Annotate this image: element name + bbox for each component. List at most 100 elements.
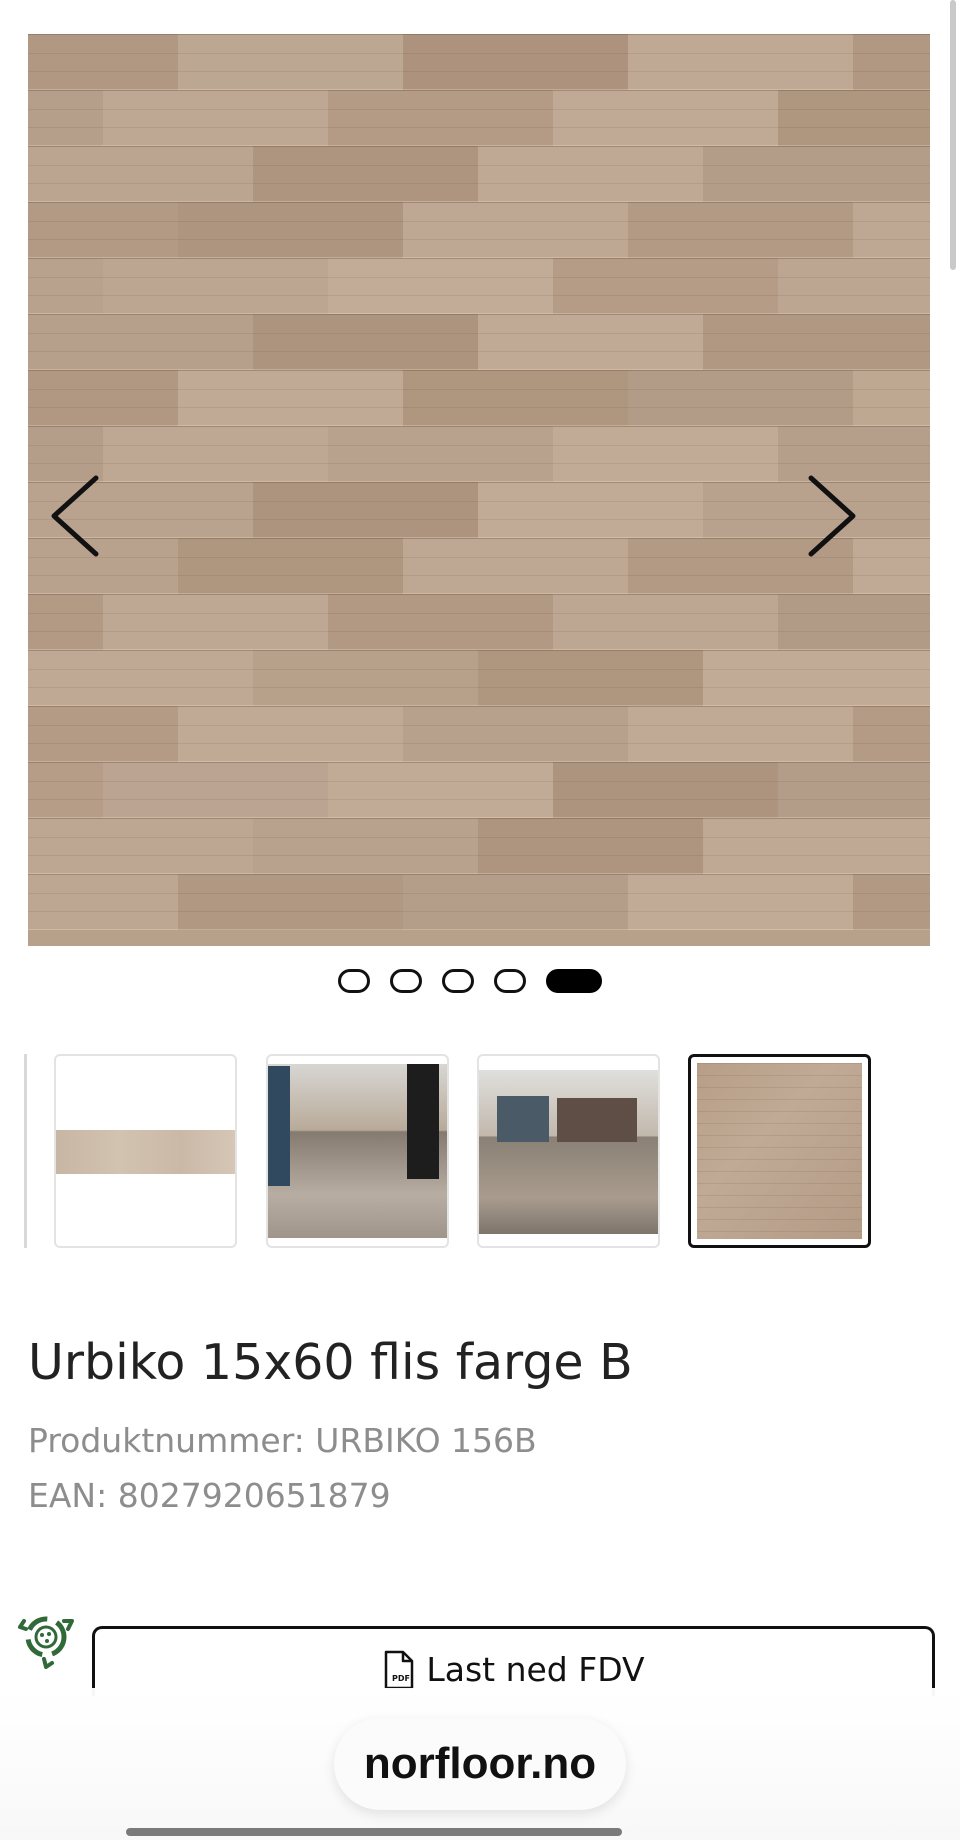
- wood-plank: [28, 706, 178, 762]
- wood-plank: [103, 762, 328, 818]
- chevron-right-icon: [808, 475, 856, 557]
- wood-plank: [178, 34, 403, 90]
- wood-plank: [328, 594, 553, 650]
- wood-plank: [28, 314, 253, 370]
- carousel-dot[interactable]: [390, 969, 422, 993]
- download-fdv-button[interactable]: PDF Last ned FDV: [92, 1626, 935, 1696]
- scrollbar[interactable]: [950, 0, 956, 270]
- wood-plank: [253, 818, 478, 874]
- wood-plank: [403, 370, 628, 426]
- thumbnail-strip: [0, 1054, 960, 1252]
- wood-plank: [28, 874, 178, 930]
- wood-plank: [253, 314, 478, 370]
- wood-plank: [178, 874, 403, 930]
- wood-plank: [403, 874, 628, 930]
- wood-plank: [28, 258, 103, 314]
- wood-plank: [28, 90, 103, 146]
- wood-plank: [103, 426, 328, 482]
- wood-plank: [628, 706, 853, 762]
- wood-plank: [403, 706, 628, 762]
- download-fdv-label: Last ned FDV: [426, 1650, 645, 1689]
- wood-plank: [853, 538, 930, 594]
- carousel-dot[interactable]: [442, 969, 474, 993]
- next-image-button[interactable]: [799, 470, 861, 562]
- wood-plank: [553, 426, 778, 482]
- wood-plank: [253, 146, 478, 202]
- chevron-left-icon: [51, 475, 99, 557]
- wood-plank: [553, 594, 778, 650]
- wood-plank: [628, 34, 853, 90]
- previous-image-button[interactable]: [46, 470, 108, 562]
- wood-plank: [403, 538, 628, 594]
- wood-plank: [103, 594, 328, 650]
- wood-plank: [778, 762, 930, 818]
- wood-plank: [778, 594, 930, 650]
- wood-plank: [478, 818, 703, 874]
- wood-plank: [28, 818, 253, 874]
- clothing-rack: [268, 1066, 290, 1186]
- plank-image: [56, 1130, 235, 1174]
- wood-plank: [28, 370, 178, 426]
- wood-plank: [703, 314, 930, 370]
- wood-plank: [178, 706, 403, 762]
- floor-pattern-image: [697, 1063, 862, 1239]
- wood-plank: [328, 426, 553, 482]
- wood-plank: [328, 258, 553, 314]
- wood-plank: [628, 874, 853, 930]
- wood-plank: [478, 482, 703, 538]
- wood-plank: [628, 370, 853, 426]
- wood-plank: [853, 202, 930, 258]
- wood-plank: [478, 314, 703, 370]
- wood-plank: [28, 146, 253, 202]
- product-ean: EAN: 8027920651879: [28, 1476, 391, 1515]
- thumbnail-single-plank[interactable]: [54, 1054, 237, 1248]
- wood-plank: [28, 594, 103, 650]
- carousel-dot-active[interactable]: [546, 969, 602, 993]
- display-shelf: [557, 1098, 637, 1142]
- carousel-dot[interactable]: [338, 969, 370, 993]
- product-title: Urbiko 15x60 flis farge B: [28, 1334, 633, 1391]
- product-number: Produktnummer: URBIKO 156B: [28, 1421, 537, 1460]
- wood-plank: [478, 650, 703, 706]
- svg-text:PDF: PDF: [392, 1674, 410, 1683]
- wood-plank: [703, 146, 930, 202]
- wood-plank: [853, 34, 930, 90]
- wood-plank: [28, 650, 253, 706]
- thumbnail-floor-pattern[interactable]: [688, 1054, 871, 1248]
- wood-plank: [853, 370, 930, 426]
- product-page: Urbiko 15x60 flis farge B Produktnummer:…: [0, 0, 960, 1840]
- wood-plank: [328, 762, 553, 818]
- wood-plank: [403, 202, 628, 258]
- wood-plank: [103, 258, 328, 314]
- wood-plank: [853, 706, 930, 762]
- wood-plank: [253, 482, 478, 538]
- wood-plank: [178, 538, 403, 594]
- wood-plank: [628, 202, 853, 258]
- home-indicator[interactable]: [126, 1828, 622, 1836]
- wood-plank: [703, 818, 930, 874]
- wood-plank: [253, 650, 478, 706]
- wood-plank: [178, 202, 403, 258]
- display-table: [497, 1096, 549, 1142]
- wood-plank: [178, 370, 403, 426]
- main-product-image: [28, 34, 930, 946]
- clothing-rack: [407, 1064, 439, 1179]
- wood-plank: [403, 34, 628, 90]
- store-photo: [479, 1070, 658, 1234]
- wood-plank: [553, 90, 778, 146]
- wood-plank: [28, 762, 103, 818]
- carousel-dots: [338, 969, 602, 993]
- wood-plank: [28, 202, 178, 258]
- wood-plank: [28, 34, 178, 90]
- thumbnail-store-table[interactable]: [477, 1054, 660, 1248]
- address-bar[interactable]: norfloor.no: [334, 1718, 626, 1810]
- thumbnail-partial[interactable]: [24, 1054, 27, 1248]
- carousel-dot[interactable]: [494, 969, 526, 993]
- wood-plank: [553, 762, 778, 818]
- wood-plank: [778, 90, 930, 146]
- pdf-icon: PDF: [385, 1650, 414, 1689]
- address-bar-url: norfloor.no: [363, 1739, 597, 1788]
- wood-plank: [703, 650, 930, 706]
- wood-plank: [853, 874, 930, 930]
- thumbnail-store-racks[interactable]: [266, 1054, 449, 1248]
